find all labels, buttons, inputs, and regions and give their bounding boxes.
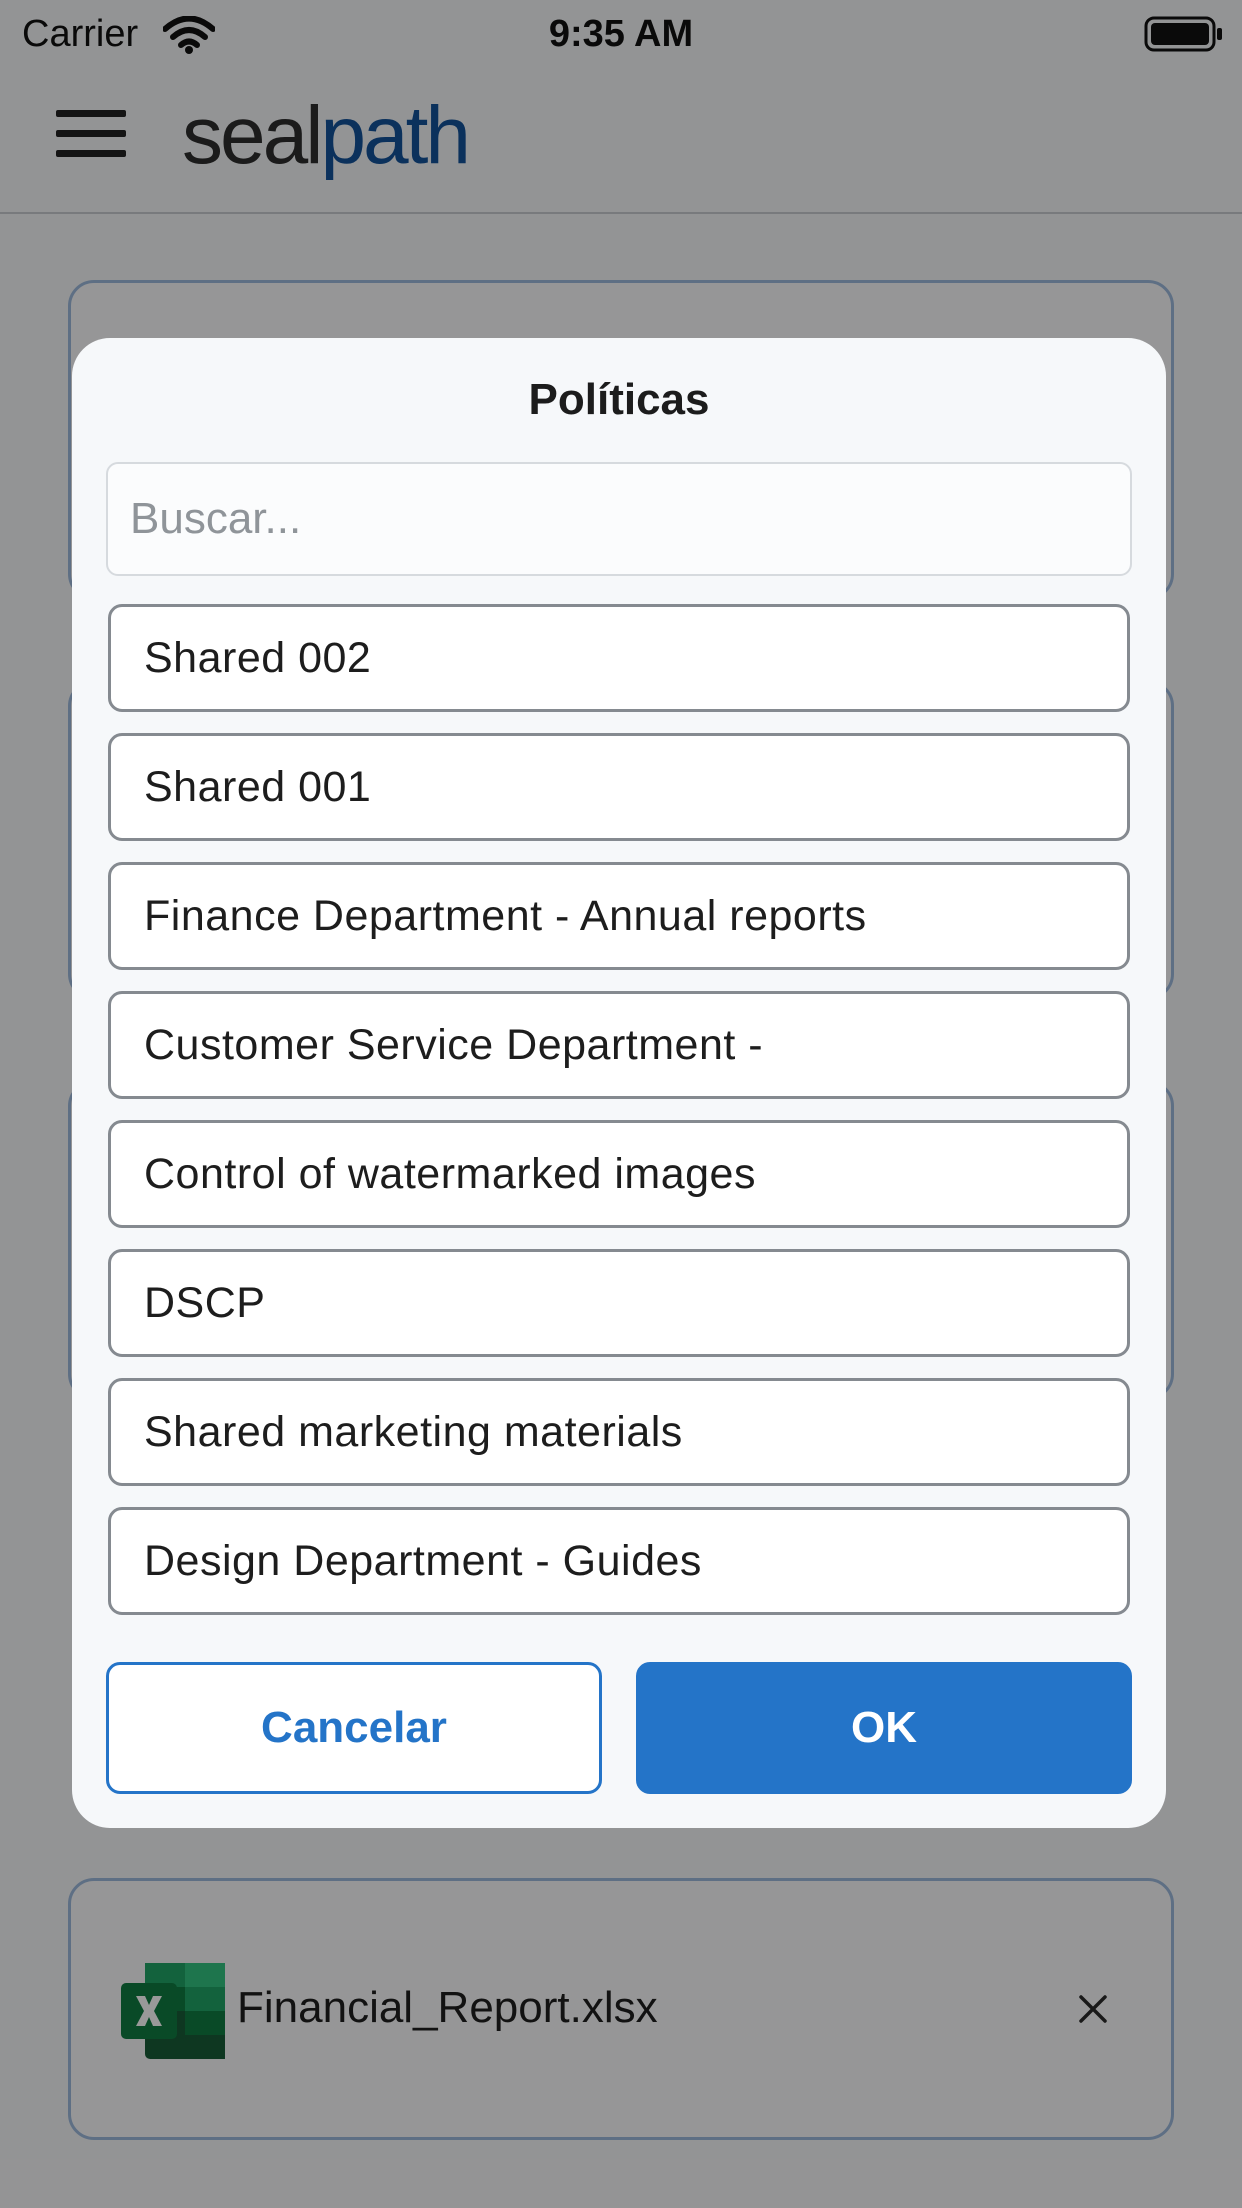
policy-item-shared-001[interactable]: Shared 001 bbox=[108, 733, 1130, 841]
dialog-title: Políticas bbox=[528, 375, 710, 424]
policy-item-shared-002[interactable]: Shared 002 bbox=[108, 604, 1130, 712]
policy-item-dscp[interactable]: DSCP bbox=[108, 1249, 1130, 1357]
policy-item-design-guides[interactable]: Design Department - Guides bbox=[108, 1507, 1130, 1615]
ok-button[interactable]: OK bbox=[636, 1662, 1132, 1794]
policy-item-finance-department[interactable]: Finance Department - Annual reports bbox=[108, 862, 1130, 970]
search-input[interactable] bbox=[106, 462, 1132, 576]
policies-dialog: Políticas Shared 002 Shared 001 Finance … bbox=[72, 338, 1166, 1828]
cancel-button[interactable]: Cancelar bbox=[106, 1662, 602, 1794]
policy-item-marketing-materials[interactable]: Shared marketing materials bbox=[108, 1378, 1130, 1486]
policy-item-customer-service[interactable]: Customer Service Department - bbox=[108, 991, 1130, 1099]
policy-item-watermarked-images[interactable]: Control of watermarked images bbox=[108, 1120, 1130, 1228]
